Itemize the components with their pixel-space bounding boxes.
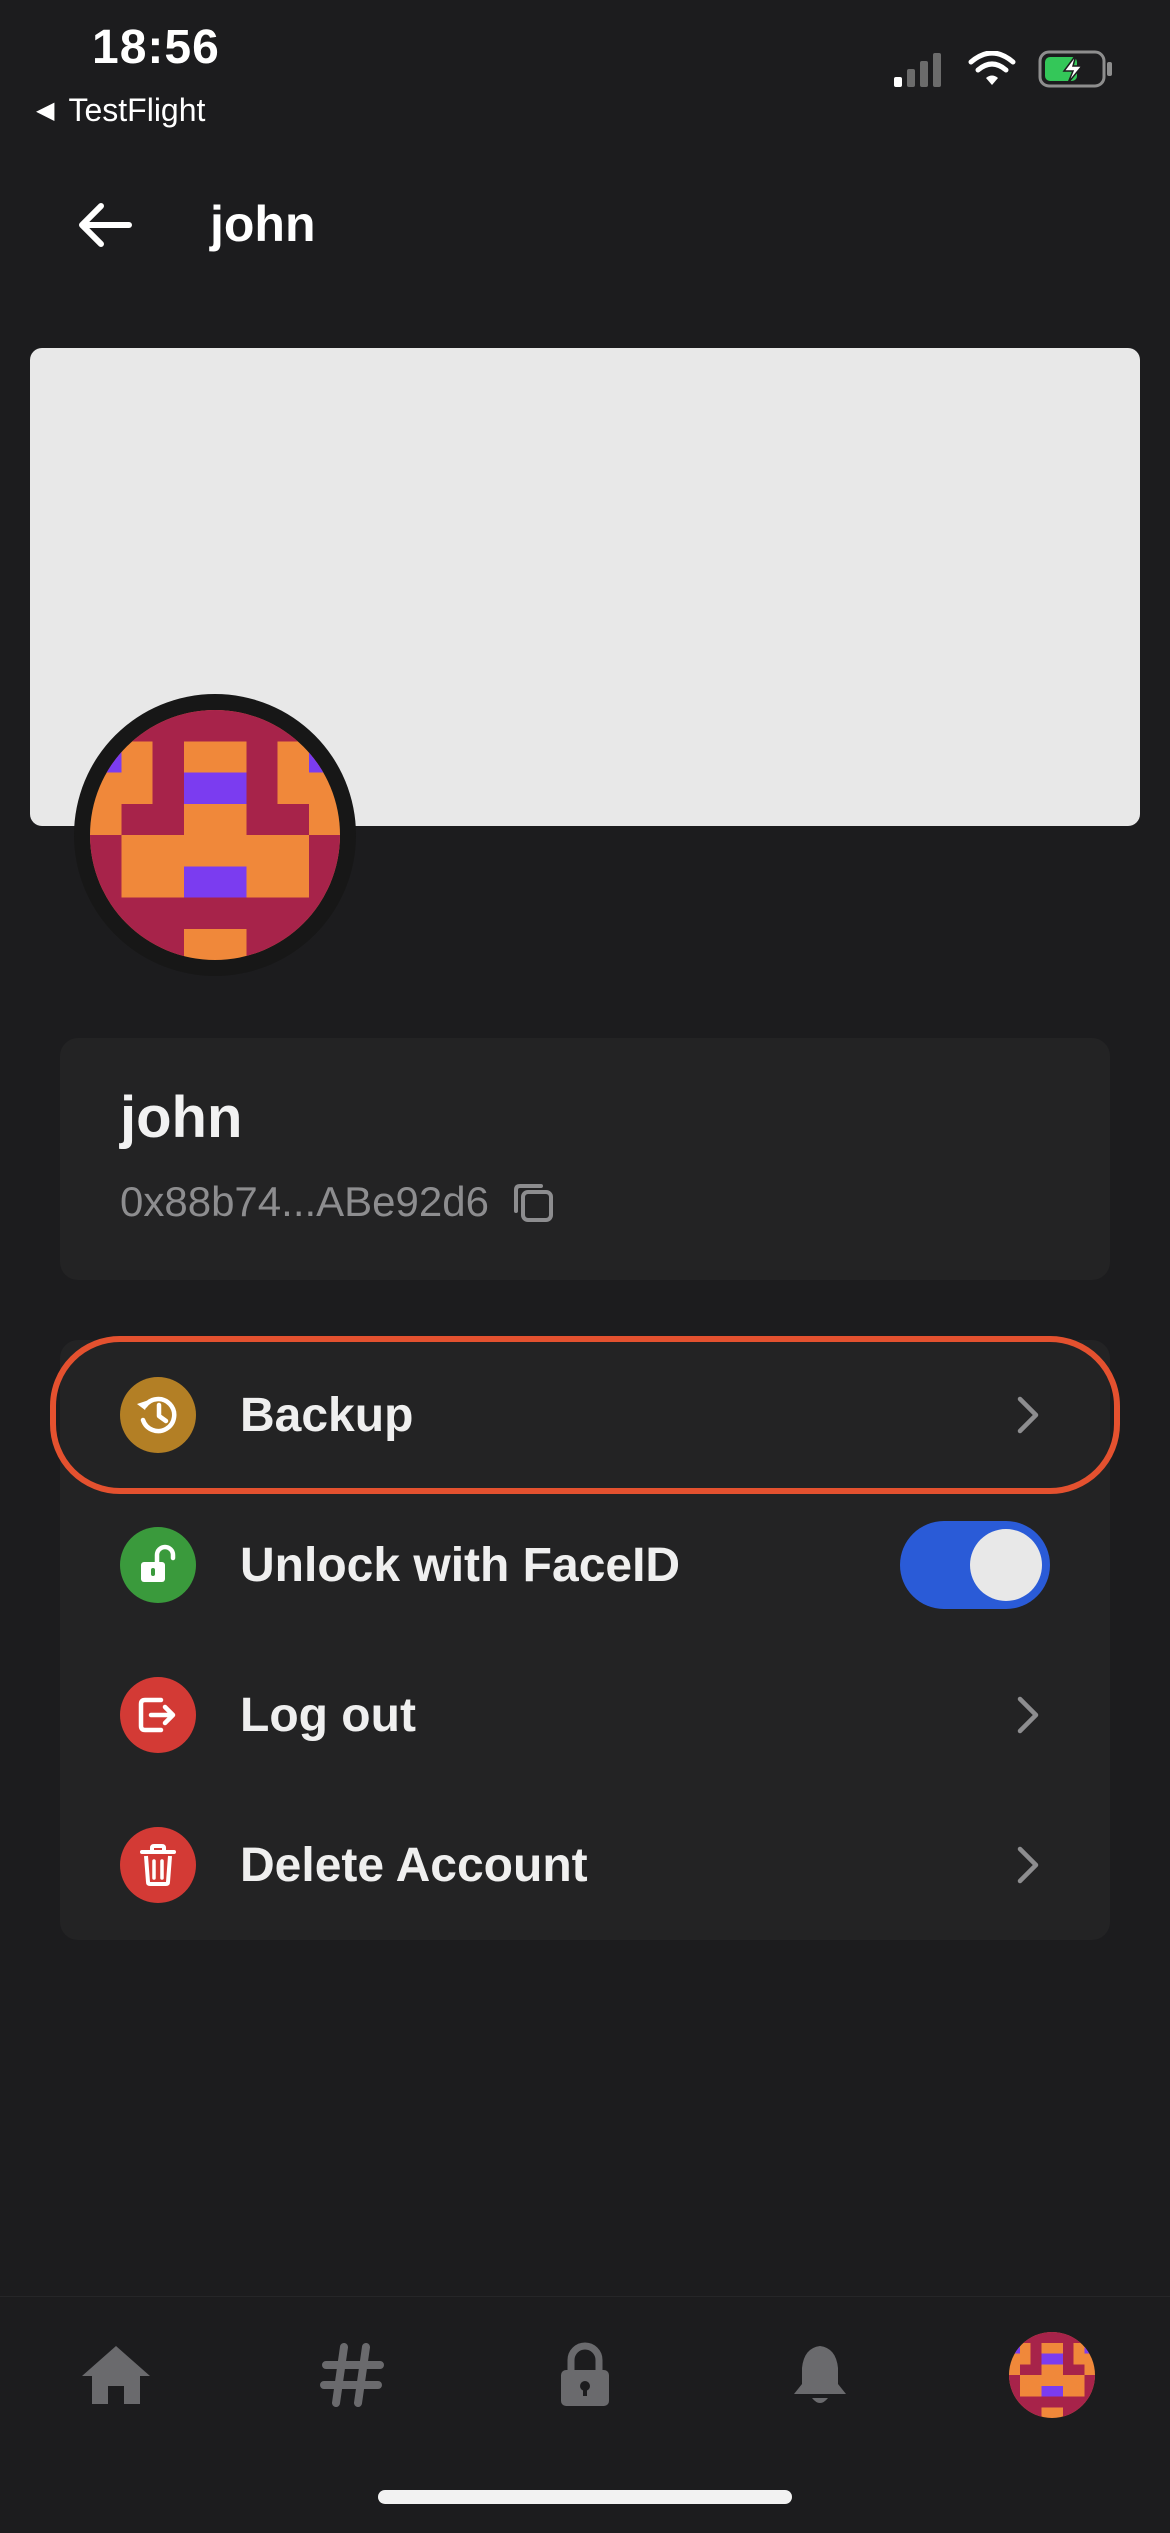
unlock-icon	[120, 1527, 196, 1603]
profile-name: john	[120, 1085, 243, 1150]
chevron-right-icon	[1016, 1395, 1040, 1435]
menu-item-label: Backup	[240, 1388, 414, 1442]
menu-item-backup[interactable]: Backup	[60, 1340, 1110, 1490]
menu-item-logout[interactable]: Log out	[60, 1640, 1110, 1790]
wallet-address-row: 0x88b74...ABe92d6	[120, 1178, 555, 1226]
signal-icon	[894, 53, 941, 87]
menu-item-faceid: Unlock with FaceID	[60, 1490, 1110, 1640]
back-to-testflight[interactable]: ◀ TestFlight	[36, 92, 205, 129]
toggle-knob	[970, 1529, 1042, 1601]
profile-avatar[interactable]	[74, 694, 356, 976]
menu-item-delete-account[interactable]: Delete Account	[60, 1790, 1110, 1940]
wallet-address: 0x88b74...ABe92d6	[120, 1178, 489, 1225]
back-triangle-icon: ◀	[36, 97, 55, 124]
chevron-right-icon	[1016, 1695, 1040, 1735]
home-icon	[82, 2346, 150, 2404]
arrow-left-icon	[79, 203, 132, 247]
battery-charging-icon	[1038, 50, 1112, 88]
nav-home[interactable]	[68, 2327, 164, 2423]
menu-item-label: Log out	[240, 1688, 416, 1742]
settings-menu: Backup Unlock with FaceID Log out Delete…	[60, 1340, 1110, 1940]
profile-card: john 0x88b74...ABe92d6	[60, 1038, 1110, 1280]
backup-history-icon	[120, 1377, 196, 1453]
status-time: 18:56	[92, 21, 220, 74]
hashtag-icon	[320, 2343, 384, 2407]
page-title: john	[210, 196, 316, 252]
home-indicator[interactable]	[378, 2490, 792, 2504]
identicon	[90, 710, 340, 960]
bell-icon	[794, 2346, 846, 2403]
wifi-icon	[968, 51, 1016, 85]
nav-profile[interactable]	[1004, 2327, 1100, 2423]
nav-lock[interactable]	[537, 2327, 633, 2423]
trash-icon	[120, 1827, 196, 1903]
nav-notifications[interactable]	[772, 2327, 868, 2423]
status-icons	[894, 50, 1114, 88]
faceid-toggle[interactable]	[900, 1521, 1050, 1609]
lock-icon	[561, 2342, 609, 2406]
logout-icon	[120, 1677, 196, 1753]
nav-channels[interactable]	[304, 2327, 400, 2423]
chevron-right-icon	[1016, 1845, 1040, 1885]
copy-icon[interactable]	[511, 1180, 555, 1224]
back-button[interactable]	[70, 190, 140, 260]
back-app-label: TestFlight	[68, 92, 206, 128]
menu-item-label: Delete Account	[240, 1838, 588, 1892]
profile-avatar	[1009, 2332, 1095, 2418]
menu-item-label: Unlock with FaceID	[240, 1538, 681, 1592]
